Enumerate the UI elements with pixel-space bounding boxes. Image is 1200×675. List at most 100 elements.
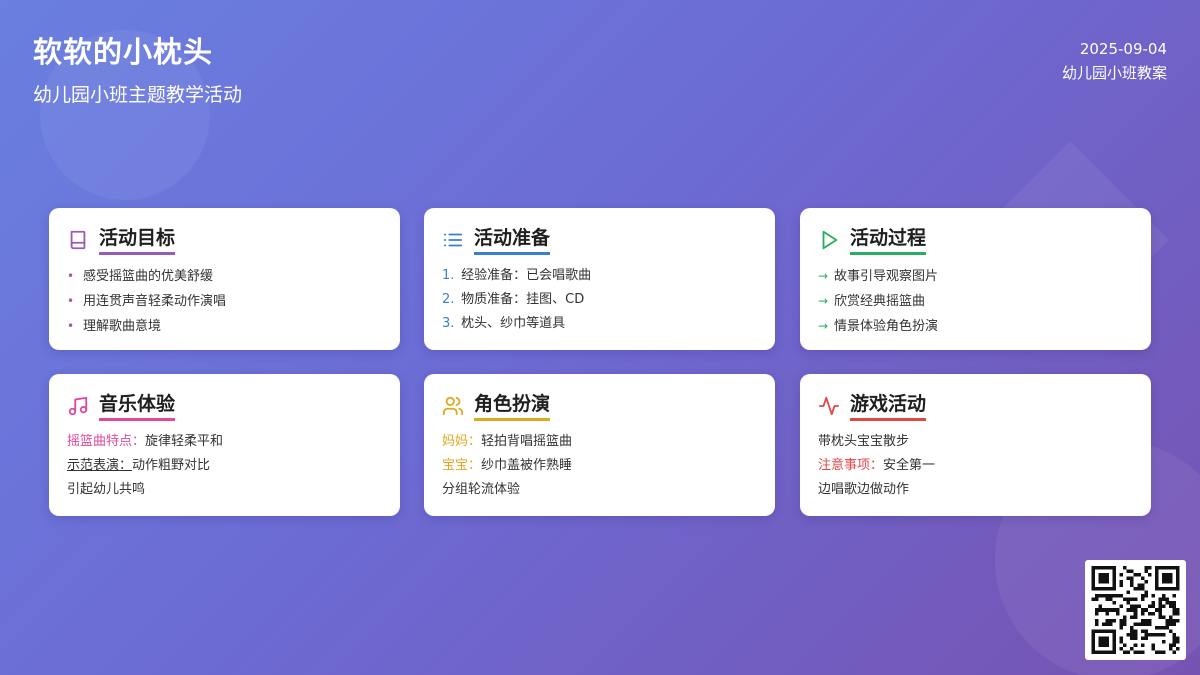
qr-module: [1133, 636, 1138, 640]
qr-module: [1140, 597, 1145, 602]
qr-module: [1109, 608, 1113, 612]
qr-module: [1144, 636, 1148, 640]
qr-module: [1133, 650, 1138, 654]
qr-module: [1116, 608, 1120, 612]
qr-module: [1172, 639, 1176, 644]
qr-module: [1130, 615, 1134, 619]
qr-module: [1098, 594, 1103, 598]
qr-module: [1140, 643, 1145, 647]
qr-module: [1168, 604, 1173, 609]
qr-module: [1126, 601, 1131, 605]
list-item: 带枕头宝宝散步: [818, 430, 1133, 454]
qr-module: [1130, 646, 1134, 651]
qr-module: [1144, 632, 1148, 637]
qr-module: [1130, 608, 1134, 612]
page-title: 软软的小枕头: [33, 35, 214, 69]
qr-module: [1151, 601, 1155, 605]
list-item-text: 动作粗野对比: [132, 458, 211, 473]
list-item: 摇篮曲特点：旋律轻柔平和: [67, 430, 382, 454]
qr-module: [1119, 625, 1124, 630]
qr-module: [1137, 583, 1141, 588]
card-title: 音乐体验: [99, 392, 176, 421]
header-meta: 2025-09-04 幼儿园小班教案: [1062, 38, 1167, 84]
qr-module: [1105, 611, 1110, 616]
qr-module: [1095, 597, 1099, 602]
qr-module: [1158, 608, 1162, 612]
bullet: •: [67, 269, 75, 283]
qr-module: [1158, 632, 1162, 637]
list-item: 边唱歌边做动作: [818, 478, 1133, 502]
qr-module: [1165, 618, 1169, 623]
list-number: 3.: [442, 316, 455, 331]
list-item: 妈妈：轻拍背唱摇篮曲: [442, 430, 757, 454]
item-label: 注意事项：: [818, 458, 884, 473]
qr-module: [1130, 625, 1134, 630]
qr-module: [1154, 632, 1159, 637]
qr-module: [1098, 636, 1110, 647]
qr-module: [1112, 608, 1117, 612]
list-item-text: 枕头、纱巾等道具: [461, 316, 566, 331]
qr-module: [1133, 632, 1138, 637]
qr-module: [1130, 569, 1134, 574]
qr-module: [1119, 622, 1124, 626]
card-activity-process: 活动过程 → 故事引导观察图片 → 欣赏经典摇篮曲 → 情景体验角色扮演: [800, 208, 1151, 350]
qr-code[interactable]: [1085, 560, 1186, 660]
card-activity-preparation: 活动准备 1. 经验准备：已会唱歌曲 2. 物质准备：挂图、CD 3. 枕头、纱…: [424, 208, 775, 350]
qr-module: [1109, 618, 1113, 623]
list-item: → 情景体验角色扮演: [818, 314, 1133, 339]
qr-module: [1112, 601, 1117, 605]
qr-module: [1147, 622, 1152, 626]
qr-module: [1144, 622, 1148, 626]
list-number: 1.: [442, 268, 455, 283]
list-item-text: 感受摇篮曲的优美舒缓: [83, 269, 214, 284]
item-label: 宝宝：: [442, 458, 482, 473]
activity-icon: [818, 395, 840, 417]
qr-module: [1133, 608, 1138, 612]
qr-module: [1140, 636, 1145, 640]
list-item-text: 故事引导观察图片: [834, 269, 939, 284]
qr-module: [1095, 611, 1099, 616]
list-item: 引起幼儿共鸣: [67, 478, 382, 502]
arrow-icon: →: [818, 294, 829, 308]
qr-module: [1098, 608, 1103, 612]
header: 软软的小枕头 幼儿园小班主题教学活动: [33, 34, 242, 107]
list-item: 分组轮流体验: [442, 478, 757, 502]
qr-module: [1095, 608, 1099, 612]
qr-module: [1133, 629, 1138, 633]
list-item: • 理解歌曲意境: [67, 314, 382, 339]
list-item-text: 情景体验角色扮演: [834, 319, 939, 334]
qr-module: [1137, 604, 1141, 609]
list-item-text: 欣赏经典摇篮曲: [834, 294, 926, 309]
qr-module: [1154, 650, 1159, 654]
qr-module: [1140, 576, 1145, 581]
qr-module: [1133, 573, 1138, 577]
qr-module: [1165, 601, 1169, 605]
qr-module: [1161, 615, 1166, 619]
qr-module: [1133, 597, 1138, 602]
qr-module: [1172, 608, 1176, 612]
qr-module: [1123, 618, 1127, 623]
list-item: → 故事引导观察图片: [818, 264, 1133, 289]
qr-module: [1091, 597, 1096, 602]
card-title: 活动目标: [99, 226, 176, 255]
item-label: 妈妈：: [442, 434, 482, 449]
qr-module: [1147, 566, 1152, 570]
qr-module: [1105, 597, 1110, 602]
qr-module: [1123, 566, 1127, 570]
qr-module: [1140, 629, 1145, 633]
qr-module: [1095, 618, 1099, 623]
card-title: 活动过程: [850, 226, 927, 255]
qr-module: [1147, 611, 1152, 616]
qr-module: [1119, 583, 1124, 588]
qr-module: [1095, 594, 1099, 598]
qr-module: [1126, 608, 1131, 612]
qr-module: [1172, 650, 1176, 654]
qr-module: [1140, 587, 1145, 591]
list-item: 3. 枕头、纱巾等道具: [442, 312, 757, 336]
list-item-text: 边唱歌边做动作: [818, 482, 910, 497]
qr-module: [1095, 622, 1099, 626]
qr-module: [1123, 643, 1127, 647]
card-music-experience: 音乐体验 摇篮曲特点：旋律轻柔平和 示范表演：动作粗野对比 引起幼儿共鸣: [49, 374, 400, 516]
qr-module: [1144, 618, 1148, 623]
qr-module: [1158, 601, 1162, 605]
